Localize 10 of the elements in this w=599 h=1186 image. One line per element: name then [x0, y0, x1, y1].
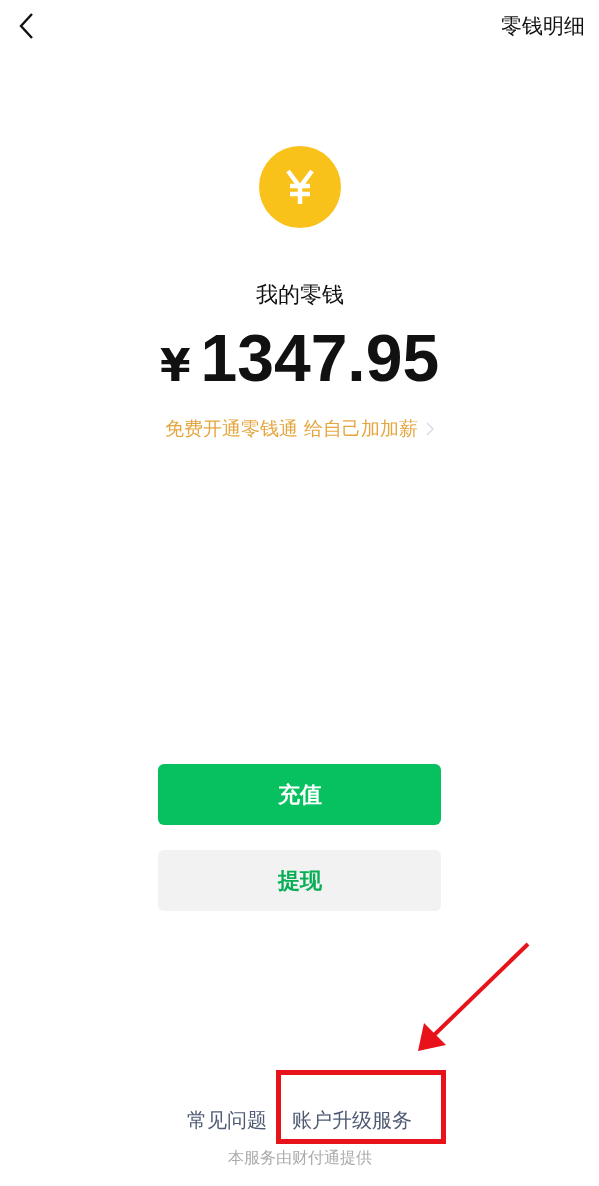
back-icon[interactable]	[18, 12, 34, 40]
footer-link[interactable]: 账户升级服务	[292, 1107, 412, 1134]
balance-amount: 1347.95	[200, 320, 440, 396]
balance-label: 我的零钱	[255, 281, 344, 309]
chevron-icon	[426, 422, 434, 436]
provider-note: 本服务由财付通提供	[227, 1148, 372, 1169]
details-link[interactable]: 零钱明细	[501, 12, 585, 40]
footer-link[interactable]: 常见问题	[187, 1107, 267, 1134]
currency-symbol: ¥	[159, 340, 191, 391]
coin-icon	[258, 146, 341, 228]
